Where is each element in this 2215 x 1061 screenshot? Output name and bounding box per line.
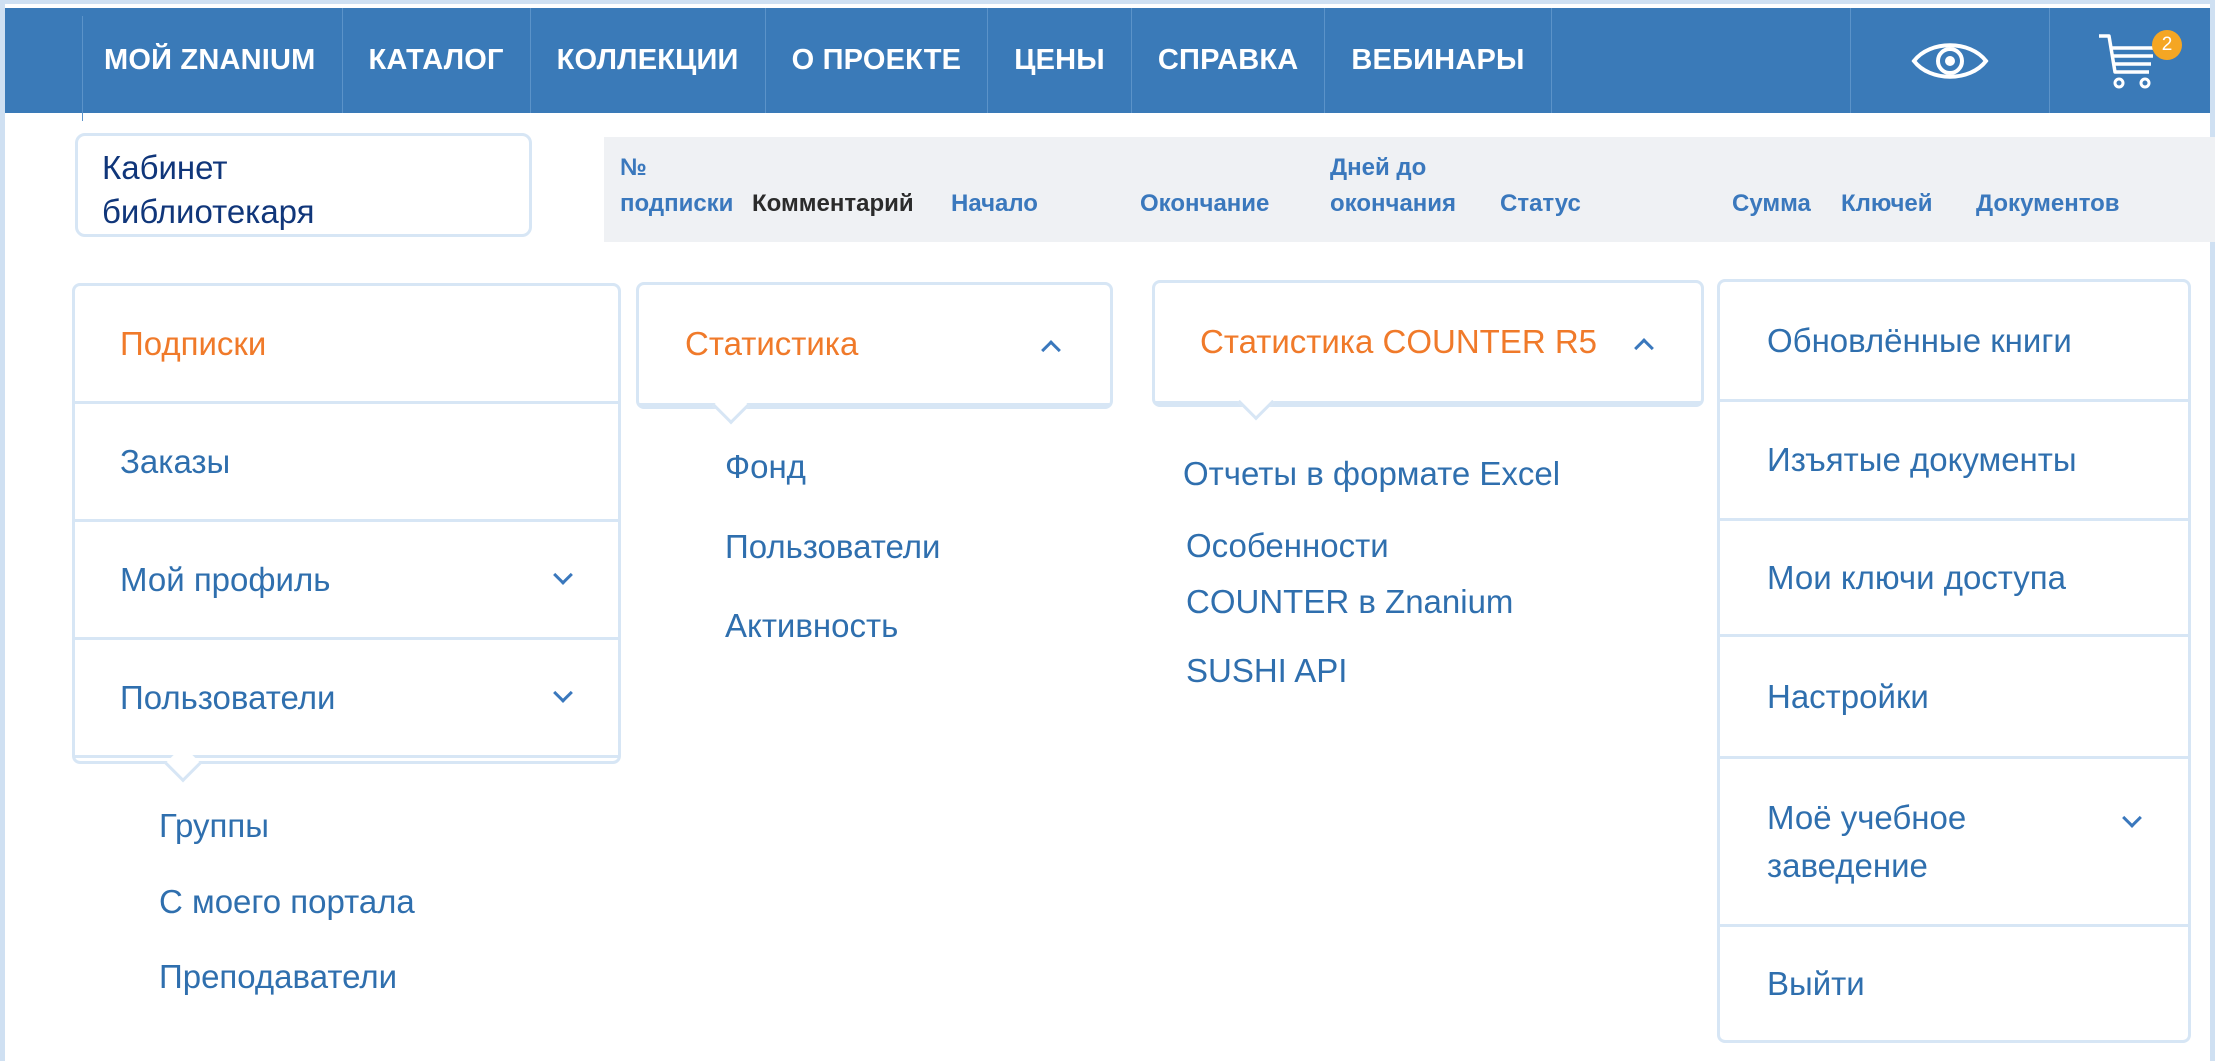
col-number-line1: №: [620, 154, 647, 181]
menu-orders[interactable]: Заказы: [75, 404, 618, 522]
menu-profile-label: Мой профиль: [120, 560, 331, 598]
submenu-groups[interactable]: Группы: [159, 807, 269, 845]
menu-my-profile[interactable]: Мой профиль: [75, 522, 618, 640]
col-number-line2: подписки: [620, 190, 734, 217]
nav-about[interactable]: О ПРОЕКТЕ: [764, 8, 988, 113]
col-comment: Комментарий: [752, 190, 914, 217]
nav-help[interactable]: СПРАВКА: [1130, 8, 1325, 113]
menu-withdrawn-docs-label: Изъятые документы: [1767, 441, 2077, 478]
nav-webinars[interactable]: ВЕБИНАРЫ: [1324, 8, 1550, 113]
menu-access-keys[interactable]: Мои ключи доступа: [1720, 521, 2188, 637]
chevron-down-icon: [553, 683, 573, 703]
main-nav: МОЙ ZNANIUM КАТАЛОГ КОЛЛЕКЦИИ О ПРОЕКТЕ …: [78, 8, 1881, 113]
stats-users[interactable]: Пользователи: [725, 528, 940, 566]
eye-icon: [1911, 42, 1989, 79]
col-documents[interactable]: Документов: [1976, 186, 2120, 222]
menu-my-institution[interactable]: Моё учебное заведение: [1720, 759, 2188, 927]
counter-features-line1: Особенности: [1186, 527, 1389, 564]
counter-menu[interactable]: Статистика COUNTER R5: [1152, 280, 1704, 421]
institution-line1: Моё учебное: [1767, 798, 1967, 836]
menu-settings[interactable]: Настройки: [1720, 637, 2188, 759]
chevron-up-icon: [1634, 338, 1654, 358]
col-sum[interactable]: Сумма: [1732, 186, 1811, 222]
menu-logout[interactable]: Выйти: [1720, 927, 2188, 1040]
cart-button[interactable]: 2: [2050, 8, 2210, 113]
menu-updated-books-label: Обновлённые книги: [1767, 321, 2072, 359]
menu-logout-label: Выйти: [1767, 964, 1865, 1002]
cart-count-badge: 2: [2152, 30, 2182, 60]
nav-prices[interactable]: ЦЕНЫ: [987, 8, 1131, 113]
menu-users-label: Пользователи: [120, 678, 336, 716]
cabinet-title-line2: библиотекаря: [102, 193, 315, 230]
col-days-line1: Дней до: [1330, 154, 1427, 181]
statistics-header[interactable]: Статистика: [639, 285, 1110, 406]
nav-left-strip: [10, 16, 83, 121]
chevron-down-icon: [2122, 808, 2142, 828]
menu-subscriptions[interactable]: Подписки: [75, 286, 618, 404]
counter-title: Статистика COUNTER R5: [1200, 323, 1597, 360]
cabinet-title-line1: Кабинет: [102, 149, 228, 186]
menu-subscriptions-label: Подписки: [120, 324, 267, 362]
menu-users[interactable]: Пользователи: [75, 640, 618, 758]
submenu-teachers[interactable]: Преподаватели: [159, 958, 397, 996]
right-menu: Обновлённые книги Изъятые документы Мои …: [1717, 279, 2191, 1043]
col-end[interactable]: Окончание: [1140, 186, 1269, 222]
nav-catalog[interactable]: КАТАЛОГ: [341, 8, 530, 113]
accessibility-button[interactable]: [1850, 8, 2050, 113]
stats-fund[interactable]: Фонд: [725, 448, 806, 486]
counter-header[interactable]: Статистика COUNTER R5: [1155, 283, 1701, 404]
menu-access-keys-label: Мои ключи доступа: [1767, 558, 2067, 596]
stats-activity[interactable]: Активность: [725, 607, 898, 645]
col-start[interactable]: Начало: [951, 186, 1038, 222]
submenu-from-portal[interactable]: С моего портала: [159, 883, 415, 921]
col-subscription-number[interactable]: № подписки: [620, 150, 733, 222]
chevron-up-icon: [1041, 340, 1061, 360]
col-status[interactable]: Статус: [1500, 186, 1581, 222]
counter-features[interactable]: Особенности COUNTER в Znanium: [1186, 518, 1513, 630]
menu-institution-label: Моё учебное заведение: [1767, 794, 1966, 890]
institution-line2: заведение: [1767, 846, 1928, 884]
menu-settings-label: Настройки: [1767, 677, 1929, 715]
col-days-line2: окончания: [1330, 190, 1457, 217]
col-keys[interactable]: Ключей: [1841, 186, 1933, 222]
statistics-menu[interactable]: Статистика: [636, 282, 1113, 425]
counter-sushi-api[interactable]: SUSHI API: [1186, 652, 1347, 690]
col-days-left[interactable]: Дней до окончания: [1330, 150, 1456, 222]
nav-my-znanium[interactable]: МОЙ ZNANIUM: [78, 8, 342, 113]
menu-updated-books[interactable]: Обновлённые книги: [1720, 282, 2188, 402]
nav-spacer: [1550, 8, 1881, 113]
nav-collections[interactable]: КОЛЛЕКЦИИ: [529, 8, 765, 113]
top-nav-bar: МОЙ ZNANIUM КАТАЛОГ КОЛЛЕКЦИИ О ПРОЕКТЕ …: [5, 8, 2210, 121]
account-menu: Подписки Заказы Мой профиль Пользователи: [72, 283, 621, 783]
menu-orders-label: Заказы: [120, 442, 231, 480]
cabinet-title-box: Кабинет библиотекаря: [75, 133, 532, 237]
counter-features-line2: COUNTER в Znanium: [1186, 583, 1514, 620]
statistics-title: Статистика: [685, 325, 859, 362]
chevron-down-icon: [553, 565, 573, 585]
menu-withdrawn-docs[interactable]: Изъятые документы: [1720, 402, 2188, 521]
subscriptions-table-header: № подписки Комментарий Начало Окончание …: [604, 137, 2215, 242]
counter-excel-reports[interactable]: Отчеты в формате Excel: [1183, 455, 1560, 493]
